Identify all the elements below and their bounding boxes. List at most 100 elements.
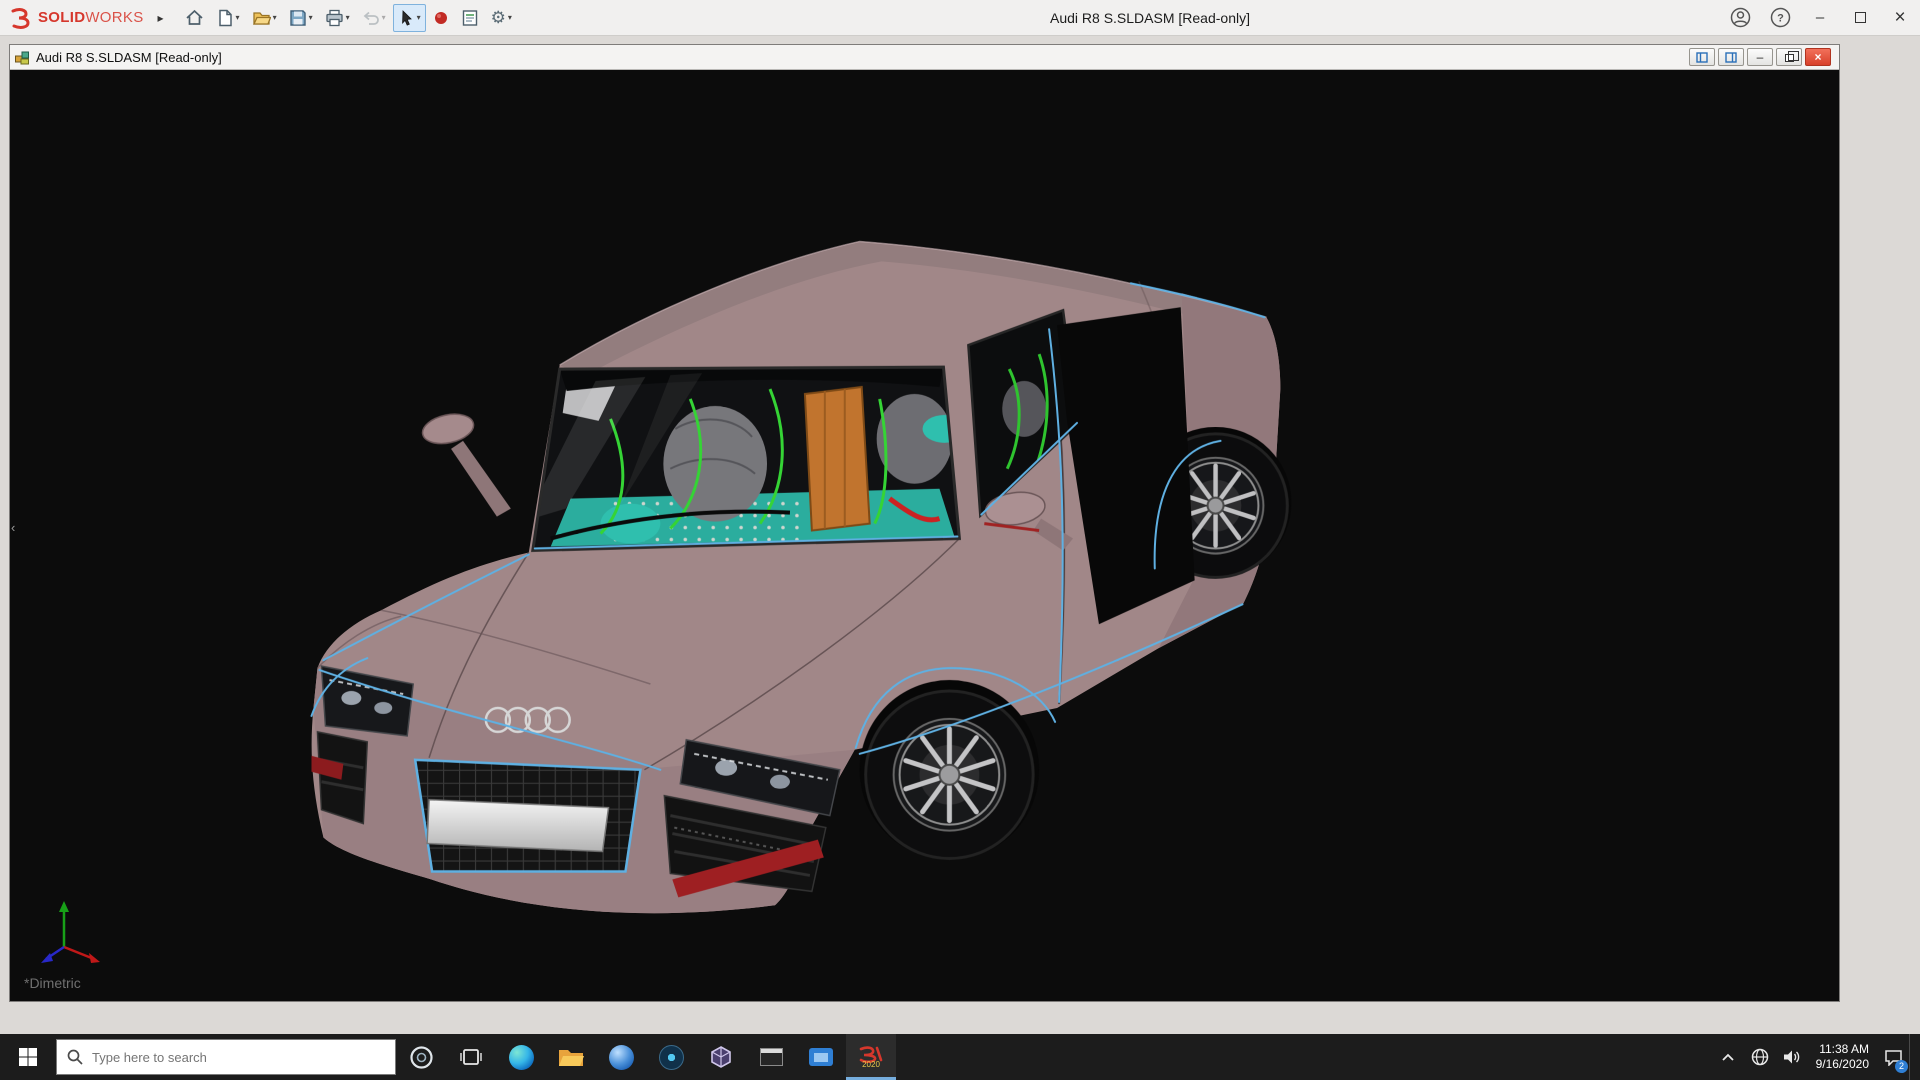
taskbar-item-command-prompt[interactable] bbox=[746, 1034, 796, 1080]
network-globe-icon bbox=[1751, 1048, 1769, 1066]
chevron-up-icon bbox=[1722, 1053, 1734, 1061]
doc-minimize-button[interactable]: – bbox=[1747, 48, 1773, 66]
minimize-button[interactable]: – bbox=[1800, 0, 1840, 35]
browser-icon bbox=[609, 1045, 634, 1070]
taskbar-item-edge[interactable] bbox=[496, 1034, 546, 1080]
dropdown-caret-icon[interactable]: ▾ bbox=[417, 13, 421, 22]
dropdown-caret-icon[interactable]: ▾ bbox=[346, 13, 350, 22]
speaker-icon bbox=[1783, 1049, 1801, 1065]
toolbar-expand-arrow[interactable]: ▸ bbox=[148, 11, 174, 25]
start-button[interactable] bbox=[0, 1034, 56, 1080]
design-report-icon bbox=[461, 9, 479, 27]
settings-button[interactable]: ⚙ ▾ bbox=[486, 4, 517, 32]
graphics-viewport[interactable]: *Dimetric ‹ bbox=[10, 70, 1839, 1001]
doc-pane-toggle-2-button[interactable] bbox=[1718, 48, 1744, 66]
solidworks-logo: SOLIDWORKS bbox=[0, 7, 148, 29]
taskbar-item-solidworks[interactable]: 2020 bbox=[846, 1034, 896, 1080]
notification-badge: 2 bbox=[1895, 1060, 1908, 1073]
taskbar-item-cortana[interactable] bbox=[396, 1034, 446, 1080]
file-explorer-icon bbox=[558, 1047, 584, 1068]
undo-button[interactable]: ▾ bbox=[357, 4, 391, 32]
solidworks-titlebar: SOLIDWORKS ▸ ▾ ▾ ▾ bbox=[0, 0, 1920, 36]
taskbar-item-photos[interactable] bbox=[646, 1034, 696, 1080]
help-icon: ? bbox=[1770, 7, 1791, 28]
print-icon bbox=[325, 9, 344, 27]
taskbar-item-task-view[interactable] bbox=[446, 1034, 496, 1080]
left-side-vent[interactable] bbox=[317, 732, 367, 824]
new-document-icon bbox=[216, 9, 234, 27]
solidworks-year-label: 2020 bbox=[862, 1061, 880, 1069]
main-toolbar: ▾ ▾ ▾ ▾ ▾ bbox=[180, 4, 517, 32]
pane-icon bbox=[1725, 52, 1737, 63]
maximize-button[interactable] bbox=[1840, 0, 1880, 35]
doc-close-button[interactable]: × bbox=[1805, 48, 1831, 66]
save-icon bbox=[289, 9, 307, 27]
new-document-button[interactable]: ▾ bbox=[211, 4, 245, 32]
front-grille[interactable] bbox=[411, 756, 645, 876]
dropdown-caret-icon[interactable]: ▾ bbox=[508, 13, 512, 22]
taskbar-item-file-explorer[interactable] bbox=[546, 1034, 596, 1080]
svg-text:?: ? bbox=[1777, 13, 1784, 25]
photos-icon bbox=[659, 1045, 684, 1070]
document-window: Audi R8 S.SLDASM [Read-only] – × bbox=[9, 44, 1840, 1002]
dropdown-caret-icon[interactable]: ▾ bbox=[236, 13, 240, 22]
window-title: Audi R8 S.SLDASM [Read-only] bbox=[1050, 10, 1250, 26]
edge-icon bbox=[509, 1045, 534, 1070]
system-tray: 11:38 AM 9/16/2020 2 bbox=[1712, 1034, 1920, 1080]
gear-icon: ⚙ bbox=[491, 9, 506, 26]
account-icon bbox=[1730, 7, 1751, 28]
taskbar-item-3d-viewer[interactable] bbox=[696, 1034, 746, 1080]
close-button[interactable]: × bbox=[1880, 0, 1920, 35]
volume-button[interactable] bbox=[1776, 1034, 1808, 1080]
clock-date: 9/16/2020 bbox=[1816, 1057, 1869, 1072]
print-button[interactable]: ▾ bbox=[320, 4, 355, 32]
doc-pane-toggle-1-button[interactable] bbox=[1689, 48, 1715, 66]
select-tool-button[interactable]: ▾ bbox=[393, 4, 426, 32]
car-model[interactable] bbox=[10, 70, 1839, 1001]
windshield[interactable] bbox=[526, 367, 967, 550]
help-button[interactable]: ? bbox=[1760, 0, 1800, 35]
taskbar-search-box[interactable] bbox=[56, 1039, 396, 1075]
network-button[interactable] bbox=[1744, 1034, 1776, 1080]
restore-icon bbox=[1785, 54, 1794, 62]
dropdown-caret-icon[interactable]: ▾ bbox=[382, 13, 386, 22]
render-sphere-icon bbox=[433, 10, 449, 26]
action-center-button[interactable]: 2 bbox=[1877, 1034, 1909, 1080]
collapse-panel-chevron[interactable]: ‹ bbox=[11, 520, 15, 535]
render-sphere-button[interactable] bbox=[428, 4, 454, 32]
home-button[interactable] bbox=[180, 4, 209, 32]
home-icon bbox=[185, 8, 204, 27]
save-button[interactable]: ▾ bbox=[284, 4, 318, 32]
select-arrow-icon bbox=[398, 9, 415, 27]
brand-solid: SOLID bbox=[38, 9, 85, 26]
undo-icon bbox=[362, 9, 380, 27]
doc-restore-button[interactable] bbox=[1776, 48, 1802, 66]
hidden-icons-button[interactable] bbox=[1712, 1034, 1744, 1080]
dropdown-caret-icon[interactable]: ▾ bbox=[309, 13, 313, 22]
left-mirror[interactable] bbox=[420, 410, 511, 517]
design-report-button[interactable] bbox=[456, 4, 484, 32]
3ds-logo-icon bbox=[10, 7, 34, 29]
search-icon bbox=[67, 1049, 83, 1065]
clock-time: 11:38 AM bbox=[1816, 1042, 1869, 1057]
cortana-icon bbox=[409, 1045, 434, 1070]
view-orientation-label: *Dimetric bbox=[24, 975, 81, 991]
open-button[interactable]: ▾ bbox=[247, 4, 282, 32]
brand-works: WORKS bbox=[85, 9, 143, 26]
license-plate bbox=[427, 800, 608, 852]
maximize-icon bbox=[1855, 12, 1866, 23]
front-wheel[interactable] bbox=[866, 691, 1033, 858]
document-titlebar[interactable]: Audi R8 S.SLDASM [Read-only] – × bbox=[10, 45, 1839, 70]
3d-viewer-icon bbox=[709, 1045, 733, 1069]
account-button[interactable] bbox=[1720, 0, 1760, 35]
assembly-icon bbox=[14, 49, 31, 65]
taskbar-clock[interactable]: 11:38 AM 9/16/2020 bbox=[1808, 1042, 1877, 1072]
pane-icon bbox=[1696, 52, 1708, 63]
taskbar-item-browser[interactable] bbox=[596, 1034, 646, 1080]
command-prompt-icon bbox=[760, 1048, 783, 1066]
remote-desktop-icon bbox=[809, 1048, 833, 1066]
show-desktop-button[interactable] bbox=[1909, 1034, 1916, 1080]
dropdown-caret-icon[interactable]: ▾ bbox=[273, 13, 277, 22]
search-input[interactable] bbox=[92, 1050, 385, 1065]
taskbar-item-remote-desktop[interactable] bbox=[796, 1034, 846, 1080]
